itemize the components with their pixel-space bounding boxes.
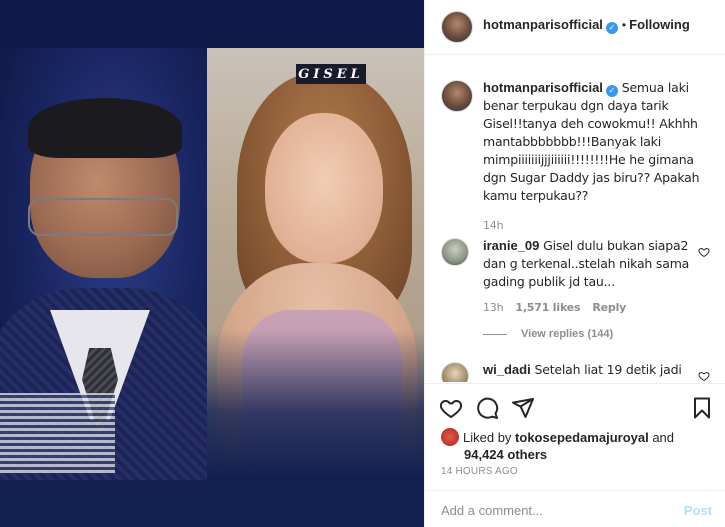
view-replies-button[interactable]: View replies (144): [483, 328, 613, 340]
verified-badge-icon: ✓: [605, 22, 618, 34]
small-heart-icon[interactable]: [698, 246, 710, 258]
media-name-tag: GISEL: [296, 64, 366, 84]
liked-by-user[interactable]: tokosepedamajuroyal: [515, 430, 649, 445]
author-username[interactable]: hotmanparisofficial: [483, 17, 603, 32]
comment-item: iranie_09 Gisel dulu bukan siapa2 dan g …: [483, 237, 695, 317]
liker-avatar[interactable]: [441, 428, 459, 446]
man-hair: [28, 98, 182, 158]
heart-icon[interactable]: [439, 396, 463, 420]
caption-time[interactable]: 14h: [483, 217, 715, 235]
replies-divider: [483, 333, 507, 335]
following-button[interactable]: Following: [629, 17, 690, 32]
post-media[interactable]: GISEL: [0, 0, 424, 527]
comment-item: wi_dadi Setelah liat 19 detik jadi: [483, 361, 695, 379]
share-icon[interactable]: [511, 396, 535, 420]
header-separator: •: [621, 18, 627, 32]
comment-username[interactable]: wi_dadi: [483, 362, 531, 377]
glitch-overlay: [0, 393, 115, 473]
media-bottom-band: [0, 480, 424, 527]
comment-body: Setelah liat 19 detik jadi: [534, 362, 682, 377]
add-comment-bar: Post: [425, 490, 725, 527]
bookmark-icon[interactable]: [690, 396, 714, 420]
post-timestamp[interactable]: 14 HOURS AGO: [441, 466, 518, 477]
liked-by-prefix: Liked by: [463, 430, 512, 445]
post-sidebar: hotmanparisofficial ✓ • Following hotmanpar…: [424, 0, 725, 527]
media-top-band: [0, 0, 424, 48]
post-actions: Liked by tokosepedamajuroyal and 94,424 …: [425, 383, 725, 485]
comments-list[interactable]: hotmanparisofficial ✓ Semua laki benar te…: [425, 56, 725, 382]
comment-avatar[interactable]: [441, 238, 469, 266]
caption: hotmanparisofficial ✓ Semua laki benar te…: [483, 79, 715, 235]
caption-body: Semua laki benar terpukau dgn daya tarik…: [483, 80, 700, 203]
caption-avatar[interactable]: [441, 80, 473, 112]
comment-time[interactable]: 13h: [483, 301, 504, 314]
man-glasses: [28, 198, 178, 236]
comment-likes[interactable]: 1,571 likes: [515, 301, 580, 314]
liked-by-and: and: [652, 430, 675, 445]
author-avatar[interactable]: [441, 11, 473, 43]
woman-face: [265, 113, 383, 263]
reply-button[interactable]: Reply: [592, 301, 626, 314]
media-fade: [207, 330, 424, 480]
comment-username[interactable]: iranie_09: [483, 238, 539, 253]
verified-badge-icon: ✓: [605, 85, 618, 97]
comment-icon[interactable]: [475, 396, 499, 420]
post-header: hotmanparisofficial ✓ • Following: [425, 0, 725, 55]
view-replies-label: View replies (144): [521, 328, 614, 340]
small-heart-icon[interactable]: [698, 370, 710, 382]
likes-count[interactable]: 94,424 others: [441, 446, 711, 463]
liked-by: Liked by tokosepedamajuroyal and 94,424 …: [441, 428, 711, 463]
media-photo-man: [0, 48, 207, 480]
post-button[interactable]: Post: [684, 503, 712, 518]
caption-username[interactable]: hotmanparisofficial: [483, 80, 603, 95]
header-user-line: hotmanparisofficial ✓ • Following: [483, 17, 690, 34]
comment-input[interactable]: [441, 499, 671, 521]
comment-meta: 13h 1,571 likes Reply: [483, 299, 695, 317]
comment-avatar[interactable]: [441, 362, 469, 382]
